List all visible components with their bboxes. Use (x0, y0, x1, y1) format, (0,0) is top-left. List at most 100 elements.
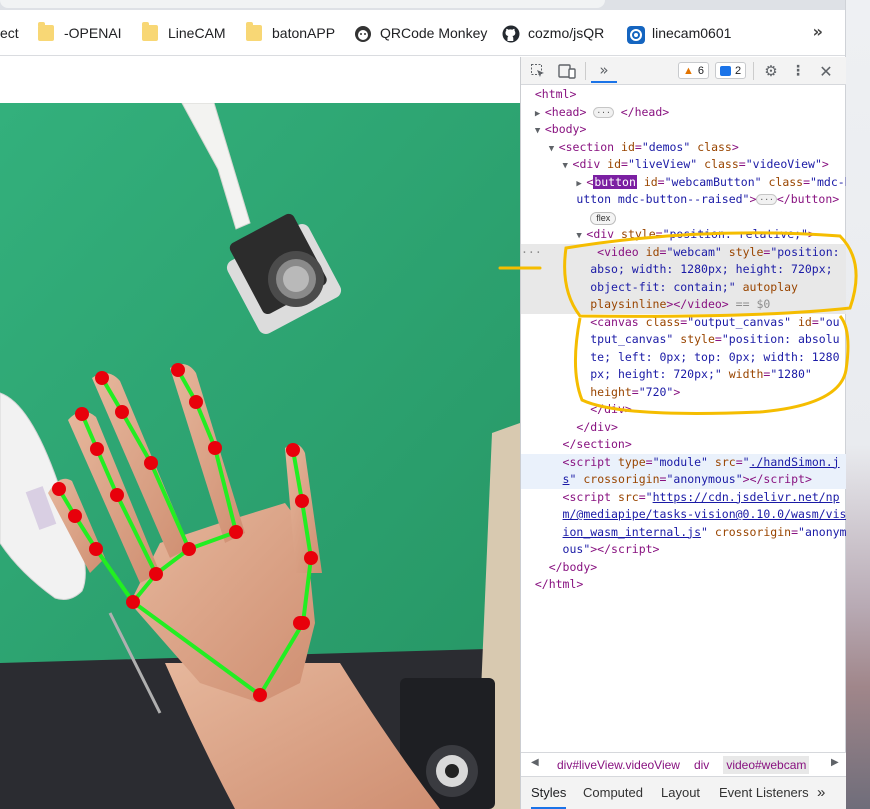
gear-icon[interactable]: ⚙ (761, 61, 781, 81)
tabs-overflow-button[interactable]: » (817, 777, 825, 809)
hand-landmark-point (90, 442, 104, 456)
dom-node[interactable]: </body> (521, 559, 846, 577)
dom-node[interactable]: </div> (521, 419, 846, 437)
scroll-left-icon[interactable]: ◀ (531, 757, 539, 768)
bookmarks-bar: ect -OPENAI LineCAM batonAPP QRCode Monk… (0, 10, 845, 56)
dom-node: height="720"> (590, 384, 681, 399)
dom-node: tput_canvas" style="position: absolu (590, 332, 840, 346)
dom-node: te; left: 0px; top: 0px; width: 1280 (590, 349, 840, 364)
tab-computed[interactable]: Computed (583, 777, 643, 809)
bookmark-label: -OPENAI (64, 25, 122, 41)
github-icon (502, 25, 520, 43)
toolbar-divider (585, 62, 586, 80)
monkey-icon (354, 25, 371, 42)
hand-landmark-point (171, 363, 185, 377)
bookmark-openai[interactable]: -OPENAI (38, 22, 122, 44)
dom-node: m/@mediapipe/tasks-vision@0.10.0/wasm/vi… (562, 507, 846, 521)
dom-node-selected[interactable]: object-fit: contain;" autoplay (521, 278, 846, 296)
hand-landmark-point (89, 542, 103, 556)
hand-landmark-point (95, 371, 109, 385)
bookmark-label: batonAPP (272, 25, 336, 41)
dom-node: s" crossorigin="anonymous"></script> (521, 471, 846, 489)
toolbar-divider (753, 62, 754, 80)
scroll-right-icon[interactable]: ▶ (831, 757, 839, 768)
breadcrumb-item[interactable]: div#liveView.videoView (557, 758, 680, 772)
hand-landmark-point (208, 441, 222, 455)
bookmark-jsqr[interactable]: cozmo/jsQR (502, 22, 604, 44)
hand-landmark-point (52, 482, 66, 496)
hand-landmark-point (189, 395, 203, 409)
dom-node-selected[interactable]: ··· <video id="webcam" style="position: (521, 243, 846, 261)
device-toolbar-icon[interactable] (557, 61, 577, 81)
hand-landmark-point (295, 494, 309, 508)
inspect-element-icon[interactable] (529, 61, 547, 81)
dom-node[interactable]: </section> (521, 436, 846, 454)
tab-styles[interactable]: Styles (531, 777, 567, 809)
bookmark-linecam[interactable]: LineCAM (142, 22, 226, 44)
dom-node: utton mdc-button--raised"> ··· </button> (576, 192, 840, 206)
dom-node[interactable]: <script type="module" src="./handSimon.j (521, 453, 846, 471)
dom-node[interactable]: <canvas class="output_canvas" id="ou (521, 314, 846, 332)
bookmark-ect[interactable]: ect (0, 22, 19, 44)
warnings-badge[interactable]: ▲ 6 (678, 62, 710, 79)
address-bar[interactable] (0, 0, 605, 8)
linecam-icon (626, 25, 645, 44)
more-tabs-chevron-icon[interactable]: » (591, 59, 617, 83)
dom-node[interactable]: ▼ <div id="liveView" class="videoView"> (521, 156, 846, 174)
dom-node[interactable]: <script src="https://cdn.jsdelivr.net/np (521, 489, 846, 507)
close-icon[interactable]: ✕ (817, 61, 835, 81)
dom-node[interactable]: ▼ <section id="demos" class> (521, 139, 846, 157)
tab-event-listeners[interactable]: Event Listeners (719, 777, 809, 809)
address-bar-strip (0, 0, 845, 10)
hand-landmark-point (68, 509, 82, 523)
messages-count: 2 (735, 64, 742, 77)
breadcrumb-item-active[interactable]: video#webcam (723, 755, 810, 774)
warning-icon: ▲ (683, 64, 694, 77)
devtools-toolbar: » ▲ 6 2 ⚙ ⋮ ✕ (521, 57, 846, 85)
bookmark-label: linecam0601 (652, 25, 732, 41)
hand-landmark-point (182, 542, 196, 556)
dom-node: flex (521, 209, 846, 227)
bookmark-qrcode-monkey[interactable]: QRCode Monkey (354, 22, 487, 44)
folder-icon (246, 22, 262, 41)
bookmark-label: cozmo/jsQR (528, 25, 605, 41)
dom-node-selected[interactable]: playsinline></video> == $0 (521, 296, 846, 314)
dom-node: ion_wasm_internal.js" crossorigin="anony… (562, 524, 846, 539)
dom-node[interactable]: ▼ <div style="position: relative;"> (521, 226, 846, 244)
warnings-count: 6 (697, 64, 705, 77)
hand-landmark-point (126, 595, 140, 609)
hand-landmark-point (115, 405, 129, 419)
hand-landmark-point (304, 551, 318, 565)
screen: ect -OPENAI LineCAM batonAPP QRCode Monk… (0, 0, 870, 809)
hand-landmark-point (253, 688, 267, 702)
tab-layout[interactable]: Layout (661, 777, 700, 809)
desktop-background (845, 0, 870, 809)
hand-landmark-point (286, 443, 300, 457)
dom-node-selected[interactable]: abso; width: 1280px; height: 720px; (521, 261, 846, 279)
folder-icon (142, 22, 158, 41)
hand-landmark-point (296, 616, 310, 630)
bookmarks-overflow-button[interactable]: » (813, 22, 823, 41)
bookmark-linecam0601[interactable]: linecam0601 (626, 22, 731, 44)
dom-node[interactable]: </div> (521, 401, 846, 419)
messages-badge[interactable]: 2 (715, 62, 747, 79)
page-viewport (0, 57, 520, 809)
message-icon (720, 65, 731, 76)
breadcrumb: ◀ div#liveView.videoView div video#webca… (521, 752, 846, 776)
kebab-menu-icon[interactable]: ⋮ (791, 61, 805, 81)
webcam-frame (0, 103, 520, 809)
bookmark-batonapp[interactable]: batonAPP (246, 22, 335, 44)
webcam-video[interactable] (0, 103, 520, 809)
bookmark-label: QRCode Monkey (380, 25, 488, 41)
devtools-panel: » ▲ 6 2 ⚙ ⋮ ✕ <html> ▶ <head> ··· </head>… (520, 57, 846, 809)
hand-landmark-point (75, 407, 89, 421)
breadcrumb-item[interactable]: div (694, 758, 709, 772)
dom-node[interactable]: </html> (521, 576, 846, 594)
dollar-zero: == $0 (735, 297, 771, 311)
hand-landmark-point (110, 488, 124, 502)
dom-node[interactable]: ▼ <body> (521, 121, 846, 139)
dom-node[interactable]: <html> (521, 86, 846, 104)
dom-node: ous"></script> (562, 542, 660, 556)
dom-node[interactable]: ▶ <head> ··· </head> (521, 104, 846, 122)
dom-node[interactable]: ▶<button id="webcamButton" class="mdc-b (521, 174, 846, 192)
